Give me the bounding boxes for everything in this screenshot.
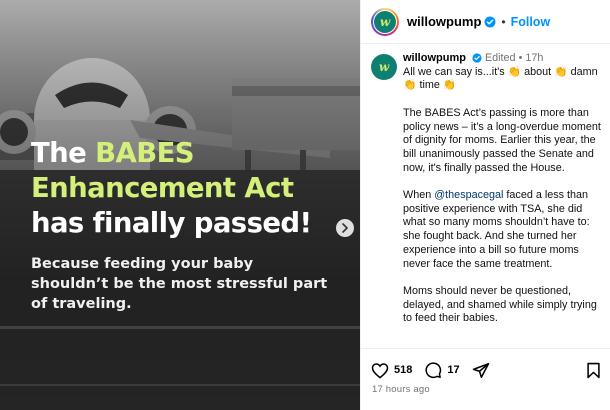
post-header: w willowpump • Follow bbox=[361, 0, 610, 44]
caption-text: All we can say is...it's bbox=[403, 65, 508, 78]
post-subhead: Because feeding your baby shouldn’t be t… bbox=[31, 256, 328, 312]
caption-text: damn bbox=[567, 65, 598, 78]
heart-icon bbox=[371, 362, 389, 379]
caption-avatar[interactable]: w bbox=[371, 54, 397, 80]
like-button[interactable]: 518 bbox=[371, 362, 424, 379]
clapping-hands-emoji-icon: 👏 bbox=[403, 79, 417, 92]
carousel-next-button[interactable] bbox=[336, 219, 354, 237]
share-icon bbox=[472, 362, 489, 378]
clapping-hands-emoji-icon: 👏 bbox=[442, 79, 457, 92]
comment-button[interactable]: 17 bbox=[424, 361, 471, 379]
caption-body: willowpump Edited • 17h All we can say i… bbox=[403, 52, 608, 326]
mention-link[interactable]: @thespacegal bbox=[434, 189, 503, 201]
caption-paragraph-3: When @thespacegal faced a less than posi… bbox=[403, 189, 608, 271]
comment-count[interactable]: 17 bbox=[447, 364, 459, 376]
headline-highlight-babes: BABES bbox=[95, 137, 194, 169]
header-separator: • bbox=[501, 14, 506, 29]
willowpump-logo-icon: w bbox=[374, 10, 396, 33]
caption-paragraph-2: The BABES Act’s passing is more than pol… bbox=[403, 106, 601, 174]
caption-text: time bbox=[416, 79, 443, 92]
like-count[interactable]: 518 bbox=[394, 364, 412, 376]
caption-separator: • bbox=[518, 52, 523, 64]
caption-paragraph-4: Moms should never be questioned, delayed… bbox=[403, 284, 597, 325]
follow-button[interactable]: Follow bbox=[511, 15, 551, 29]
caption-text: When bbox=[403, 189, 435, 201]
action-row: 518 17 bbox=[371, 359, 601, 381]
headline-prefix: The bbox=[31, 137, 96, 169]
avatar[interactable]: w bbox=[371, 7, 399, 36]
caption-text: about bbox=[521, 65, 555, 78]
post-headline: The BABES Enhancement Act has finally pa… bbox=[31, 136, 351, 241]
edited-label: Edited bbox=[484, 52, 516, 64]
post-image[interactable]: The BABES Enhancement Act has finally pa… bbox=[0, 0, 360, 410]
verified-badge-icon bbox=[472, 53, 482, 63]
caption-line-1: All we can say is...it's 👏 about 👏 damn 👏… bbox=[403, 66, 608, 93]
headline-line-1: The BABES bbox=[31, 136, 351, 171]
bookmark-icon bbox=[587, 362, 600, 378]
verified-badge-icon bbox=[484, 16, 496, 27]
action-bar: 518 17 17 hours ago bbox=[361, 348, 610, 410]
clapping-hands-emoji-icon: 👏 bbox=[554, 65, 568, 78]
avatar-ring: w bbox=[373, 9, 397, 34]
caption-first-line: willowpump Edited • 17h bbox=[403, 52, 608, 66]
save-button[interactable] bbox=[586, 362, 601, 379]
headline-line-2: Enhancement Act bbox=[31, 172, 294, 204]
caption-text: faced a less than positive experience wi… bbox=[403, 189, 590, 270]
caption-username[interactable]: willowpump bbox=[403, 52, 466, 64]
clapping-hands-emoji-icon: 👏 bbox=[507, 65, 522, 78]
caption-age[interactable]: 17h bbox=[525, 52, 543, 64]
headline-line-3: has finally passed! bbox=[31, 207, 312, 239]
comment-icon bbox=[425, 362, 442, 379]
header-username[interactable]: willowpump bbox=[407, 14, 481, 29]
post-sidebar: w willowpump • Follow w willowpump Edite… bbox=[360, 0, 610, 410]
chevron-right-icon bbox=[342, 223, 348, 233]
post-timestamp[interactable]: 17 hours ago bbox=[372, 384, 430, 395]
share-button[interactable] bbox=[472, 362, 490, 379]
